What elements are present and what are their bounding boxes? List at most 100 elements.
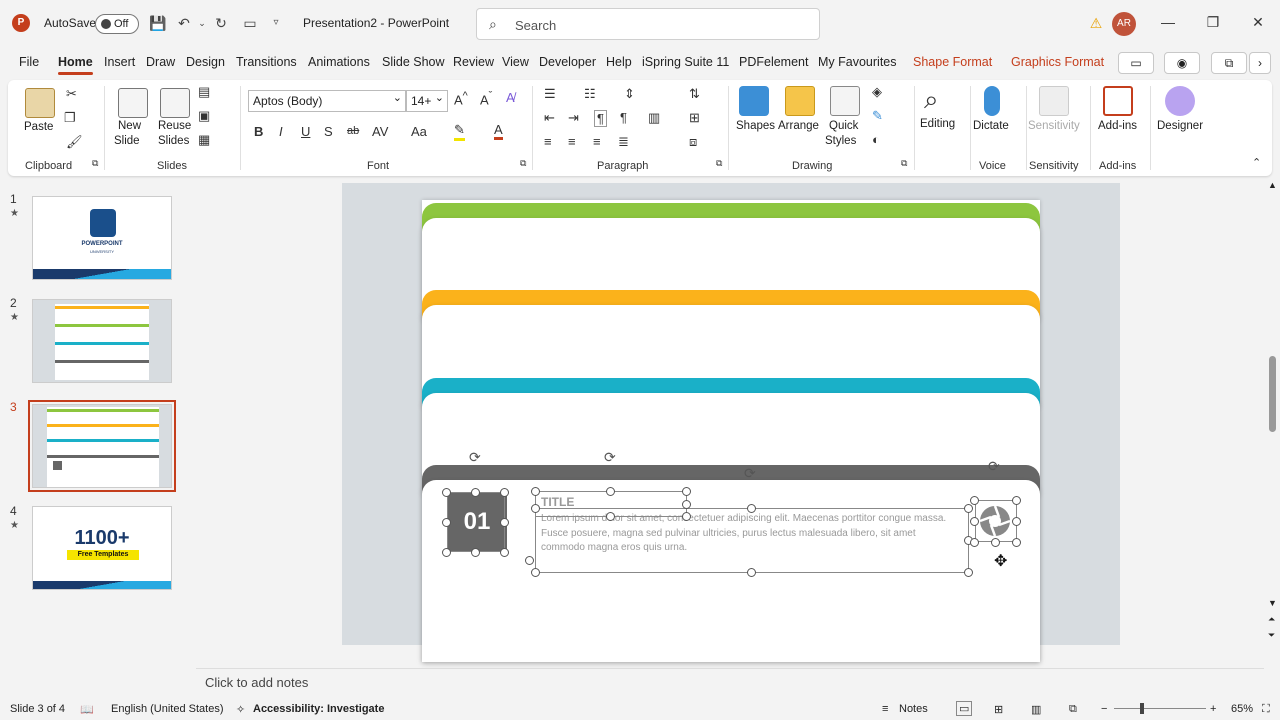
zoom-out-icon[interactable]: −: [1101, 703, 1107, 715]
grow-font-icon[interactable]: A^: [454, 90, 468, 107]
font-launcher-icon[interactable]: ⧉: [520, 158, 526, 169]
resize-handle[interactable]: [531, 504, 540, 513]
resize-handle[interactable]: [500, 548, 509, 557]
quick-styles-line1[interactable]: Quick: [829, 120, 858, 132]
smartart-icon[interactable]: ⧈: [689, 134, 697, 150]
slide-sorter-icon[interactable]: ⊞: [994, 703, 1003, 716]
paragraph-launcher-icon[interactable]: ⧉: [716, 158, 722, 169]
font-size-select[interactable]: 14+: [406, 90, 448, 112]
next-slide-icon[interactable]: ⏷: [1268, 630, 1275, 641]
previous-slide-icon[interactable]: ⏶: [1268, 614, 1275, 625]
tab-transitions[interactable]: Transitions: [236, 55, 297, 69]
new-slide-button-line1[interactable]: New: [118, 120, 141, 132]
zoom-in-icon[interactable]: +: [1210, 703, 1216, 715]
resize-handle[interactable]: [682, 512, 691, 521]
align-right-icon[interactable]: ≡: [593, 134, 601, 149]
slide-thumbnail-2[interactable]: [32, 299, 172, 383]
accessibility-icon[interactable]: ✧: [236, 703, 245, 716]
italic-button[interactable]: I: [279, 124, 283, 139]
vertical-scrollbar[interactable]: ▲ ▼ ⏶ ⏷: [1266, 180, 1280, 644]
section-icon[interactable]: ▦: [198, 132, 210, 148]
resize-handle[interactable]: [500, 488, 509, 497]
shadow-icon[interactable]: S: [324, 124, 333, 139]
ribbon-more-button[interactable]: ›: [1249, 52, 1271, 74]
shape-fill-icon[interactable]: ◈: [872, 84, 882, 100]
designer-button[interactable]: Designer: [1157, 120, 1203, 132]
tab-ispring[interactable]: iSpring Suite 11: [642, 55, 729, 69]
numbering-icon[interactable]: ☷: [584, 86, 596, 102]
tab-home[interactable]: Home: [58, 55, 93, 75]
accessibility-status[interactable]: Accessibility: Investigate: [253, 703, 384, 715]
zoom-slider[interactable]: [1114, 708, 1206, 709]
reading-view-icon[interactable]: ▥: [1031, 703, 1041, 716]
fit-slide-icon[interactable]: ⛶: [1262, 703, 1270, 716]
rotate-handle-icon[interactable]: ⟳: [988, 458, 1000, 475]
tab-my-favourites[interactable]: My Favourites: [818, 55, 897, 69]
shapes-button[interactable]: Shapes: [736, 120, 775, 132]
resize-handle[interactable]: [531, 568, 540, 577]
dictate-button[interactable]: Dictate: [973, 120, 1009, 132]
clear-formatting-icon[interactable]: A̸: [506, 90, 515, 105]
tab-file[interactable]: File: [19, 55, 39, 69]
share-button[interactable]: ⧉: [1211, 52, 1247, 74]
reset-icon[interactable]: ▣: [198, 108, 210, 124]
shrink-font-icon[interactable]: Aˇ: [480, 90, 492, 107]
tab-review[interactable]: Review: [453, 55, 494, 69]
cut-icon[interactable]: ✂: [66, 86, 77, 102]
autosave-toggle[interactable]: Off: [95, 14, 139, 34]
tab-pdfelement[interactable]: PDFelement: [739, 55, 808, 69]
change-case-button[interactable]: Aa: [411, 124, 427, 139]
scroll-down-icon[interactable]: ▼: [1268, 598, 1277, 608]
increase-indent-icon[interactable]: ⇥: [568, 110, 579, 126]
collapse-ribbon-icon[interactable]: ⌃: [1252, 156, 1261, 169]
resize-handle[interactable]: [442, 548, 451, 557]
drawing-launcher-icon[interactable]: ⧉: [901, 158, 907, 169]
save-icon[interactable]: 💾: [148, 13, 168, 33]
rotate-handle-icon[interactable]: ⟳: [469, 449, 481, 466]
slideshow-view-icon[interactable]: ⧉: [1069, 703, 1077, 716]
close-icon[interactable]: ✕: [1248, 14, 1268, 31]
tab-view[interactable]: View: [502, 55, 529, 69]
tab-insert[interactable]: Insert: [104, 55, 135, 69]
undo-icon[interactable]: ↶: [174, 13, 194, 33]
quick-styles-line2[interactable]: Styles: [825, 135, 856, 147]
align-text-icon[interactable]: ⊞: [689, 110, 700, 126]
language-label[interactable]: English (United States): [111, 703, 224, 715]
resize-handle[interactable]: [525, 556, 534, 565]
notes-pane[interactable]: Click to add notes: [196, 668, 1264, 694]
editing-button[interactable]: Editing: [920, 118, 955, 130]
resize-handle[interactable]: [682, 500, 691, 509]
tab-help[interactable]: Help: [606, 55, 632, 69]
tab-draw[interactable]: Draw: [146, 55, 175, 69]
justify-icon[interactable]: ≣: [618, 134, 629, 150]
addins-button[interactable]: Add-ins: [1098, 120, 1137, 132]
font-color-icon[interactable]: A: [494, 122, 503, 140]
tab-shape-format[interactable]: Shape Format: [913, 55, 992, 69]
resize-handle[interactable]: [606, 487, 615, 496]
align-left-icon[interactable]: ≡: [544, 134, 552, 149]
rotate-handle-icon[interactable]: ⟳: [604, 449, 616, 466]
present-icon[interactable]: ▭: [240, 13, 260, 33]
restore-icon[interactable]: ❐: [1203, 14, 1223, 31]
redo-icon[interactable]: ↻: [211, 13, 231, 33]
underline-button[interactable]: U: [301, 124, 310, 139]
scroll-thumb[interactable]: [1269, 356, 1276, 432]
shape-effects-icon[interactable]: ◐: [872, 132, 880, 147]
ltr-icon[interactable]: ¶: [594, 110, 607, 127]
resize-handle[interactable]: [747, 568, 756, 577]
new-slide-button-line2[interactable]: Slide: [114, 135, 140, 147]
comments-button[interactable]: ▭: [1118, 52, 1154, 74]
tab-developer[interactable]: Developer: [539, 55, 596, 69]
highlight-icon[interactable]: ✎: [454, 122, 465, 141]
resize-handle[interactable]: [1012, 496, 1021, 505]
resize-handle[interactable]: [531, 487, 540, 496]
tab-graphics-format[interactable]: Graphics Format: [1011, 55, 1104, 69]
record-button[interactable]: ◉: [1164, 52, 1200, 74]
search-box[interactable]: ⌕ Search: [476, 8, 820, 40]
reuse-slides-button-line1[interactable]: Reuse: [158, 120, 191, 132]
resize-handle[interactable]: [747, 504, 756, 513]
tab-slide-show[interactable]: Slide Show: [382, 55, 445, 69]
sensitivity-button[interactable]: Sensitivity: [1028, 120, 1080, 132]
reuse-slides-button-line2[interactable]: Slides: [158, 135, 189, 147]
resize-handle[interactable]: [970, 517, 979, 526]
